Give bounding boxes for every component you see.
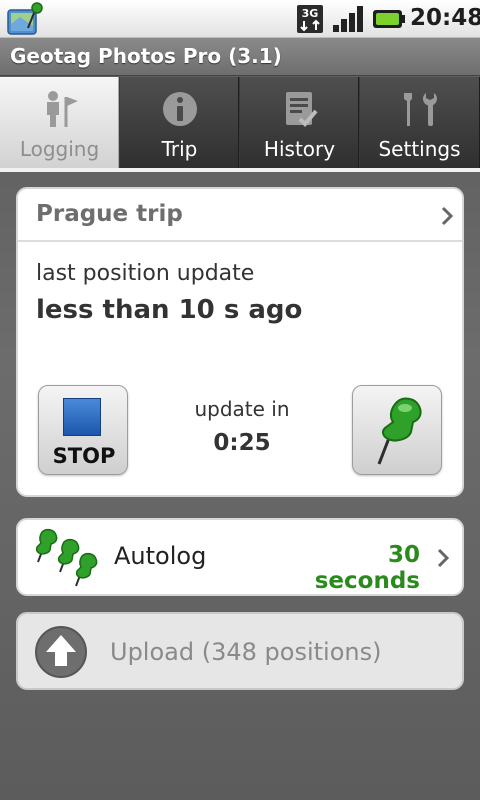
tab-history[interactable]: History [240,77,359,168]
tab-settings[interactable]: Settings [360,77,480,168]
pushpin-icon [377,397,422,465]
3g-data-icon: 3G [297,5,323,33]
stop-label: STOP [52,444,116,468]
chevron-right-icon [437,548,450,568]
log-position-button[interactable] [352,385,442,475]
app-title: Geotag Photos Pro (3.1) [10,44,282,68]
trip-name: Prague trip [36,201,183,227]
last-update-value: less than 10 s ago [36,295,303,325]
upload-label: Upload (348 positions) [110,638,382,666]
network-type-label: 3G [302,7,319,20]
tab-label: History [263,137,336,161]
battery-icon [373,10,405,28]
upload-arrow-icon [35,626,87,678]
tab-label: Trip [161,137,198,161]
title-bar: Geotag Photos Pro (3.1) [0,38,480,76]
upload-button[interactable]: Upload (348 positions) [16,612,464,690]
autolog-pins-icon [35,528,98,587]
tab-indicator-strip [0,168,480,172]
logging-person-flag-icon [47,91,78,127]
tab-bar: Logging Trip History Settings [0,77,480,168]
stop-icon [63,398,101,436]
trip-card: Prague trip last position update less th… [16,187,464,497]
settings-tools-icon [404,93,437,126]
update-in-label: update in [194,397,290,421]
update-countdown: 0:25 [213,430,271,456]
autolog-interval-value: 30 seconds [314,542,420,594]
chevron-right-icon [441,206,454,226]
trip-header-row[interactable]: Prague trip [18,189,462,242]
tab-label: Logging [19,137,100,161]
app-map-icon [7,2,43,35]
stop-button[interactable]: STOP [38,385,128,475]
autolog-label: Autolog [114,542,207,570]
autolog-row[interactable]: Autolog 30 seconds [16,518,464,596]
clock: 20:48 [410,5,480,31]
tab-logging[interactable]: Logging [0,77,119,168]
signal-strength-icon [333,6,363,32]
tab-label: Settings [378,137,461,161]
tab-trip[interactable]: Trip [120,77,239,168]
status-bar: 3G 20:48 [0,0,480,38]
last-update-label: last position update [36,261,255,286]
history-checklist-icon [286,92,318,127]
info-icon [163,92,197,126]
